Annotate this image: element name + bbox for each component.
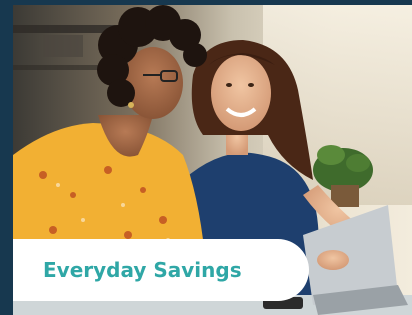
card-title: Everyday Savings <box>43 258 242 282</box>
title-banner: Everyday Savings <box>13 239 309 301</box>
promo-card[interactable]: Everyday Savings <box>0 0 412 315</box>
